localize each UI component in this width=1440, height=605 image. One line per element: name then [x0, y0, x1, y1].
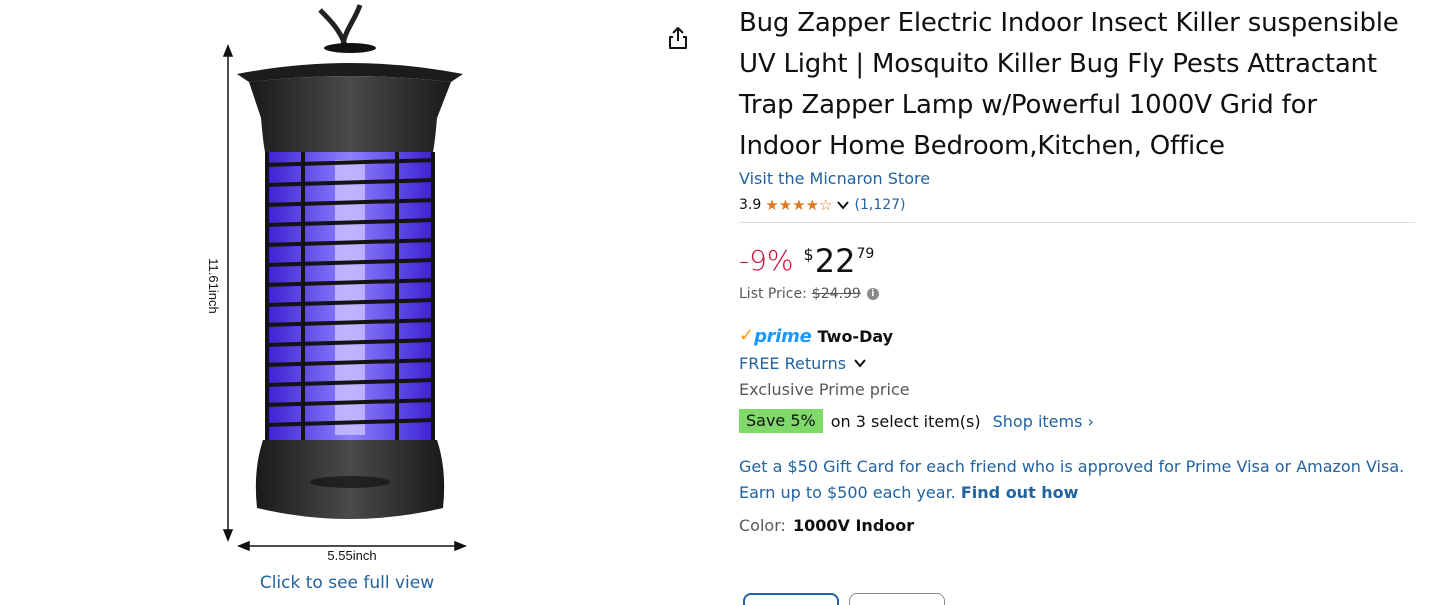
rating-value: 3.9 [739, 197, 762, 213]
prime-check-icon: ✓ [739, 325, 755, 346]
product-title: Bug Zapper Electric Indoor Insect Killer… [739, 8, 1399, 161]
exclusive-prime-price: Exclusive Prime price [739, 380, 910, 399]
price-fraction: 79 [856, 246, 875, 262]
height-dimension-label: 11.61inch [206, 258, 221, 313]
prime-speed: Two-Day [817, 326, 894, 346]
find-out-how-link[interactable]: Find out how [961, 483, 1079, 502]
see-full-view-link[interactable]: Click to see full view [232, 573, 462, 593]
rating-count-link[interactable]: (1,127) [855, 197, 906, 213]
free-returns-label: FREE Returns [739, 353, 847, 373]
info-icon[interactable]: i [866, 288, 879, 300]
shop-items-link[interactable]: Shop items › [993, 412, 1094, 431]
promo-row: Save 5% on 3 select item(s) Shop items › [739, 409, 1419, 433]
prime-logo: prime [754, 325, 812, 347]
price-currency: $ [803, 245, 814, 264]
share-icon [669, 27, 687, 49]
product-info-panel: Bug Zapper Electric Indoor Insect Killer… [739, 0, 1419, 537]
color-swatch-option[interactable] [849, 593, 945, 605]
product-image-area: 11.61inch 5.55inch Click to see full vie… [0, 0, 700, 605]
product-image[interactable]: 11.61inch 5.55inch [195, 0, 495, 570]
discount-percent: -9% [739, 244, 794, 277]
price-whole: 22 [814, 242, 856, 280]
save-badge: Save 5% [739, 409, 823, 433]
color-swatch-1000v-indoor[interactable] [743, 593, 839, 605]
color-swatches [743, 593, 955, 605]
color-label: Color: [739, 516, 786, 535]
gift-card-promo[interactable]: Get a $50 Gift Card for each friend who … [739, 454, 1419, 506]
list-price-row: List Price: $24.99 i [739, 284, 1419, 304]
store-link[interactable]: Visit the Micnaron Store [739, 169, 1419, 189]
chevron-down-icon [854, 359, 866, 368]
color-value: 1000V Indoor [792, 516, 915, 535]
promo-text: on 3 select item(s) [830, 411, 981, 431]
chevron-down-icon[interactable] [835, 197, 851, 213]
list-price-value: $24.99 [811, 286, 861, 302]
star-rating-icon[interactable]: ★★★★☆ [765, 196, 832, 214]
divider [739, 222, 1415, 223]
rating-row: 3.9 ★★★★☆ (1,127) [739, 192, 1419, 218]
list-price-label: List Price: [739, 286, 807, 302]
free-returns-link[interactable]: FREE Returns [739, 351, 1419, 375]
width-dimension-label: 5.55inch [327, 548, 376, 563]
color-selector-label: Color: 1000V Indoor [739, 515, 1419, 537]
share-button[interactable] [664, 24, 692, 52]
price-row: -9% $ 22 79 [739, 243, 1419, 279]
prime-badge-row: ✓ prime Two-Day [739, 323, 1419, 349]
